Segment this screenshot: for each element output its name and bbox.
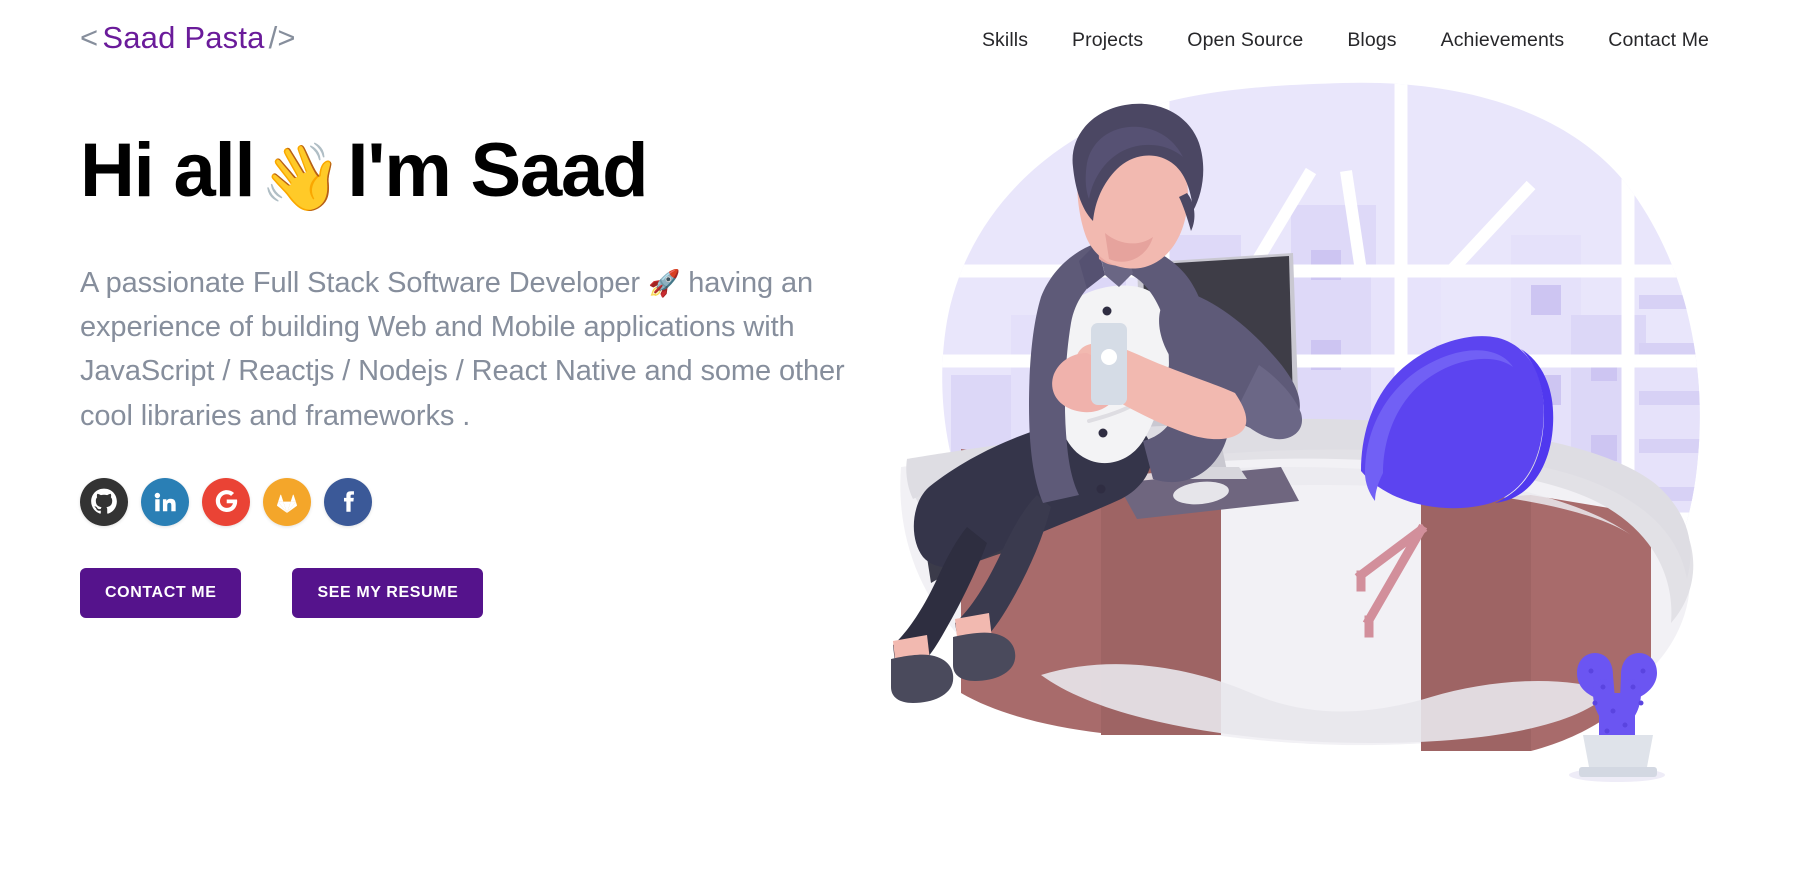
subtitle-part-one: A passionate Full Stack Software Develop… xyxy=(80,267,640,300)
brand-open-bracket: < xyxy=(80,20,99,55)
illustration-person xyxy=(891,103,1303,703)
facebook-icon xyxy=(335,489,361,515)
nav-item-achievements[interactable]: Achievements xyxy=(1419,24,1587,57)
social-link-gitlab[interactable] xyxy=(263,477,311,526)
brand-logo[interactable]: < Saad Pasta/> xyxy=(80,22,296,53)
waving-hand-icon: 👋 xyxy=(260,140,342,214)
contact-me-button[interactable]: CONTACT ME xyxy=(80,567,242,618)
github-icon xyxy=(90,488,118,516)
google-icon xyxy=(213,488,240,515)
social-link-linkedin[interactable] xyxy=(141,477,189,526)
hero-subtitle: A passionate Full Stack Software Develop… xyxy=(80,261,870,437)
social-link-google[interactable] xyxy=(202,477,250,526)
see-my-resume-button[interactable]: SEE MY RESUME xyxy=(292,567,484,618)
illustration-imac xyxy=(1117,253,1299,519)
nav-item-skills[interactable]: Skills xyxy=(960,24,1050,57)
nav-item-projects[interactable]: Projects xyxy=(1050,24,1165,57)
linkedin-icon xyxy=(152,489,178,515)
main-navigation: Skills Projects Open Source Blogs Achiev… xyxy=(960,24,1731,57)
nav-item-open-source[interactable]: Open Source xyxy=(1165,24,1325,57)
social-links xyxy=(80,477,880,526)
illustration-background-blob xyxy=(942,82,1700,734)
brand-close-bracket: /> xyxy=(268,20,296,55)
hero-text-column: Hi all👋I'm Saad A passionate Full Stack … xyxy=(80,128,880,618)
nav-item-blogs[interactable]: Blogs xyxy=(1325,24,1418,57)
hero-illustration xyxy=(891,75,1771,795)
rocket-icon: 🚀 xyxy=(647,268,681,299)
portfolio-landing-page: < Saad Pasta/> Skills Projects Open Sourc… xyxy=(0,0,1801,895)
illustration-cactus-plant xyxy=(1569,653,1665,782)
social-link-github[interactable] xyxy=(80,477,128,526)
site-header: < Saad Pasta/> Skills Projects Open Sourc… xyxy=(0,0,1801,82)
page-title: Hi all👋I'm Saad xyxy=(80,128,880,214)
brand-name: Saad Pasta xyxy=(102,20,265,55)
social-link-facebook[interactable] xyxy=(324,477,372,526)
nav-item-contact-me[interactable]: Contact Me xyxy=(1586,24,1731,57)
illustration-office-chair xyxy=(1361,336,1554,509)
illustration-desk xyxy=(900,418,1694,751)
headline-name: I'm Saad xyxy=(347,128,648,213)
headline-greeting: Hi all xyxy=(80,128,256,213)
gitlab-icon xyxy=(274,489,300,515)
cta-button-row: CONTACT ME SEE MY RESUME xyxy=(80,567,880,618)
